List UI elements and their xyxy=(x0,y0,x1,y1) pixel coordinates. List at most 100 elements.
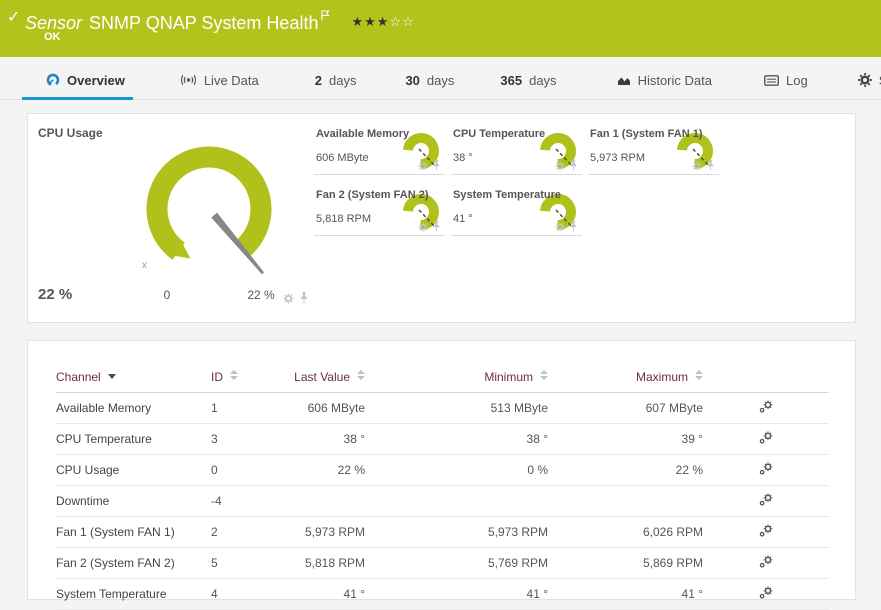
primary-gauge-title: CPU Usage xyxy=(38,126,103,140)
cell-id: 2 xyxy=(211,516,289,548)
area-chart-icon xyxy=(617,77,630,85)
column-header-minimum[interactable]: Minimum xyxy=(365,361,548,393)
channel-gear-icon[interactable] xyxy=(555,221,565,232)
tile-channel-value: 38 ° xyxy=(453,152,473,164)
channel-row: Fan 2 (System FAN 2) 5 5,818 RPM 5,769 R… xyxy=(56,547,829,579)
object-kind-label: Sensor xyxy=(25,13,83,33)
sensor-status-header: ✓ Sensor SNMP QNAP System Health ★★★☆☆ OK xyxy=(0,0,881,57)
gauge-icon xyxy=(46,73,60,87)
channel-row: CPU Usage 0 22 % 0 % 22 % xyxy=(56,454,829,486)
tab-overview[interactable]: Overview xyxy=(22,61,133,100)
channel-row: CPU Temperature 3 38 ° 38 ° 39 ° xyxy=(56,423,829,455)
edit-channel-icon[interactable] xyxy=(759,586,773,599)
cell-id: 3 xyxy=(211,423,289,455)
cell-last-value: 606 MByte xyxy=(289,392,365,424)
status-ok-check-icon: ✓ xyxy=(7,9,21,26)
cell-minimum: 5,973 RPM xyxy=(365,516,548,548)
tab-live-data[interactable]: Live Data xyxy=(180,61,259,99)
column-header-channel[interactable]: Channel xyxy=(56,361,211,393)
cell-id: 4 xyxy=(211,578,289,610)
flag-icon[interactable] xyxy=(321,5,331,26)
tile-channel-name: Fan 2 (System FAN 2) xyxy=(316,189,429,201)
tab-bar: Overview Live Data 2 days 30 days 365 days … xyxy=(0,61,881,100)
channel-gear-icon[interactable] xyxy=(418,221,428,232)
tab-settings[interactable]: Settings xyxy=(857,61,881,99)
cell-maximum: 5,869 RPM xyxy=(548,547,703,579)
sort-icon xyxy=(540,370,548,380)
pin-icon[interactable] xyxy=(432,221,441,232)
cell-minimum: 0 % xyxy=(365,454,548,486)
gauge-scale-min: 0 xyxy=(163,288,171,302)
tile-channel-name: CPU Temperature xyxy=(453,128,546,140)
cell-minimum: 513 MByte xyxy=(365,392,548,424)
tile-channel-name: System Temperature xyxy=(453,189,562,201)
priority-stars[interactable]: ★★★☆☆ xyxy=(351,14,414,29)
column-header-actions xyxy=(703,361,829,393)
cell-channel: CPU Temperature xyxy=(56,423,211,455)
sensor-title-line: Sensor SNMP QNAP System Health ★★★☆☆ xyxy=(25,5,415,34)
sort-desc-icon xyxy=(107,374,116,379)
pin-icon[interactable] xyxy=(299,292,309,304)
channel-gear-icon[interactable] xyxy=(692,160,702,171)
gauge-axis-label: x xyxy=(142,260,147,271)
gauge-tile: Fan 2 (System FAN 2) 5,818 RPM xyxy=(314,187,445,236)
tab-365-days[interactable]: 365 days xyxy=(500,61,556,99)
cell-maximum: 39 ° xyxy=(548,423,703,455)
cell-channel: CPU Usage xyxy=(56,454,211,486)
cell-id: 5 xyxy=(211,547,289,579)
tile-channel-value: 606 MByte xyxy=(316,152,369,164)
cell-minimum: 38 ° xyxy=(365,423,548,455)
edit-channel-icon[interactable] xyxy=(759,431,773,444)
tile-channel-name: Fan 1 (System FAN 1) xyxy=(590,128,703,140)
cell-maximum: 22 % xyxy=(548,454,703,486)
cell-last-value: 5,973 RPM xyxy=(289,516,365,548)
gauge-tile: CPU Temperature 38 ° xyxy=(451,126,582,175)
pin-icon[interactable] xyxy=(569,221,578,232)
edit-channel-icon[interactable] xyxy=(759,555,773,568)
column-header-last-value[interactable]: Last Value xyxy=(289,361,365,393)
edit-channel-icon[interactable] xyxy=(759,493,773,506)
priority-stars-filled: ★★★ xyxy=(351,14,390,29)
channel-row: Downtime -4 xyxy=(56,485,829,517)
live-data-icon xyxy=(180,74,196,86)
tab-overview-label: Overview xyxy=(67,72,125,88)
tab-log[interactable]: Log xyxy=(764,61,808,99)
cell-id: -4 xyxy=(211,485,289,517)
edit-channel-icon[interactable] xyxy=(759,524,773,537)
gauge-tile: Available Memory 606 MByte xyxy=(314,126,445,175)
cell-maximum: 607 MByte xyxy=(548,392,703,424)
cell-maximum: 41 ° xyxy=(548,578,703,610)
channel-gear-icon[interactable] xyxy=(283,292,294,304)
tab-2-days[interactable]: 2 days xyxy=(315,61,357,99)
primary-gauge-value: 22 % xyxy=(38,286,73,303)
page-title: SNMP QNAP System Health xyxy=(89,13,319,33)
tile-channel-value: 5,818 RPM xyxy=(316,213,372,225)
edit-channel-icon[interactable] xyxy=(759,400,773,413)
tile-channel-name: Available Memory xyxy=(316,128,410,140)
channel-gear-icon[interactable] xyxy=(418,160,428,171)
tile-channel-value: 5,973 RPM xyxy=(590,152,646,164)
tab-log-label: Log xyxy=(785,72,808,88)
edit-channel-icon[interactable] xyxy=(759,462,773,475)
cell-last-value: 41 ° xyxy=(289,578,365,610)
cell-channel: Fan 2 (System FAN 2) xyxy=(56,547,211,579)
channel-gear-icon[interactable] xyxy=(555,160,565,171)
pin-icon[interactable] xyxy=(569,160,578,171)
cell-last-value: 22 % xyxy=(289,454,365,486)
column-header-id[interactable]: ID xyxy=(211,361,289,393)
cell-minimum: 41 ° xyxy=(365,578,548,610)
sort-icon xyxy=(695,370,703,380)
priority-stars-empty: ☆☆ xyxy=(389,14,415,29)
tab-30-days[interactable]: 30 days xyxy=(405,61,454,99)
column-header-maximum[interactable]: Maximum xyxy=(548,361,703,393)
gauge-scale-max: 22 % xyxy=(247,288,275,302)
gauges-panel: CPU Usage x 22 % 0 22 % Available Memory… xyxy=(27,113,856,323)
cpu-usage-gauge xyxy=(146,146,272,275)
pin-icon[interactable] xyxy=(706,160,715,171)
sort-icon xyxy=(230,370,238,380)
cell-id: 1 xyxy=(211,392,289,424)
tab-historic-data[interactable]: Historic Data xyxy=(617,61,712,99)
cell-maximum: 6,026 RPM xyxy=(548,516,703,548)
pin-icon[interactable] xyxy=(432,160,441,171)
tile-channel-value: 41 ° xyxy=(453,213,473,225)
